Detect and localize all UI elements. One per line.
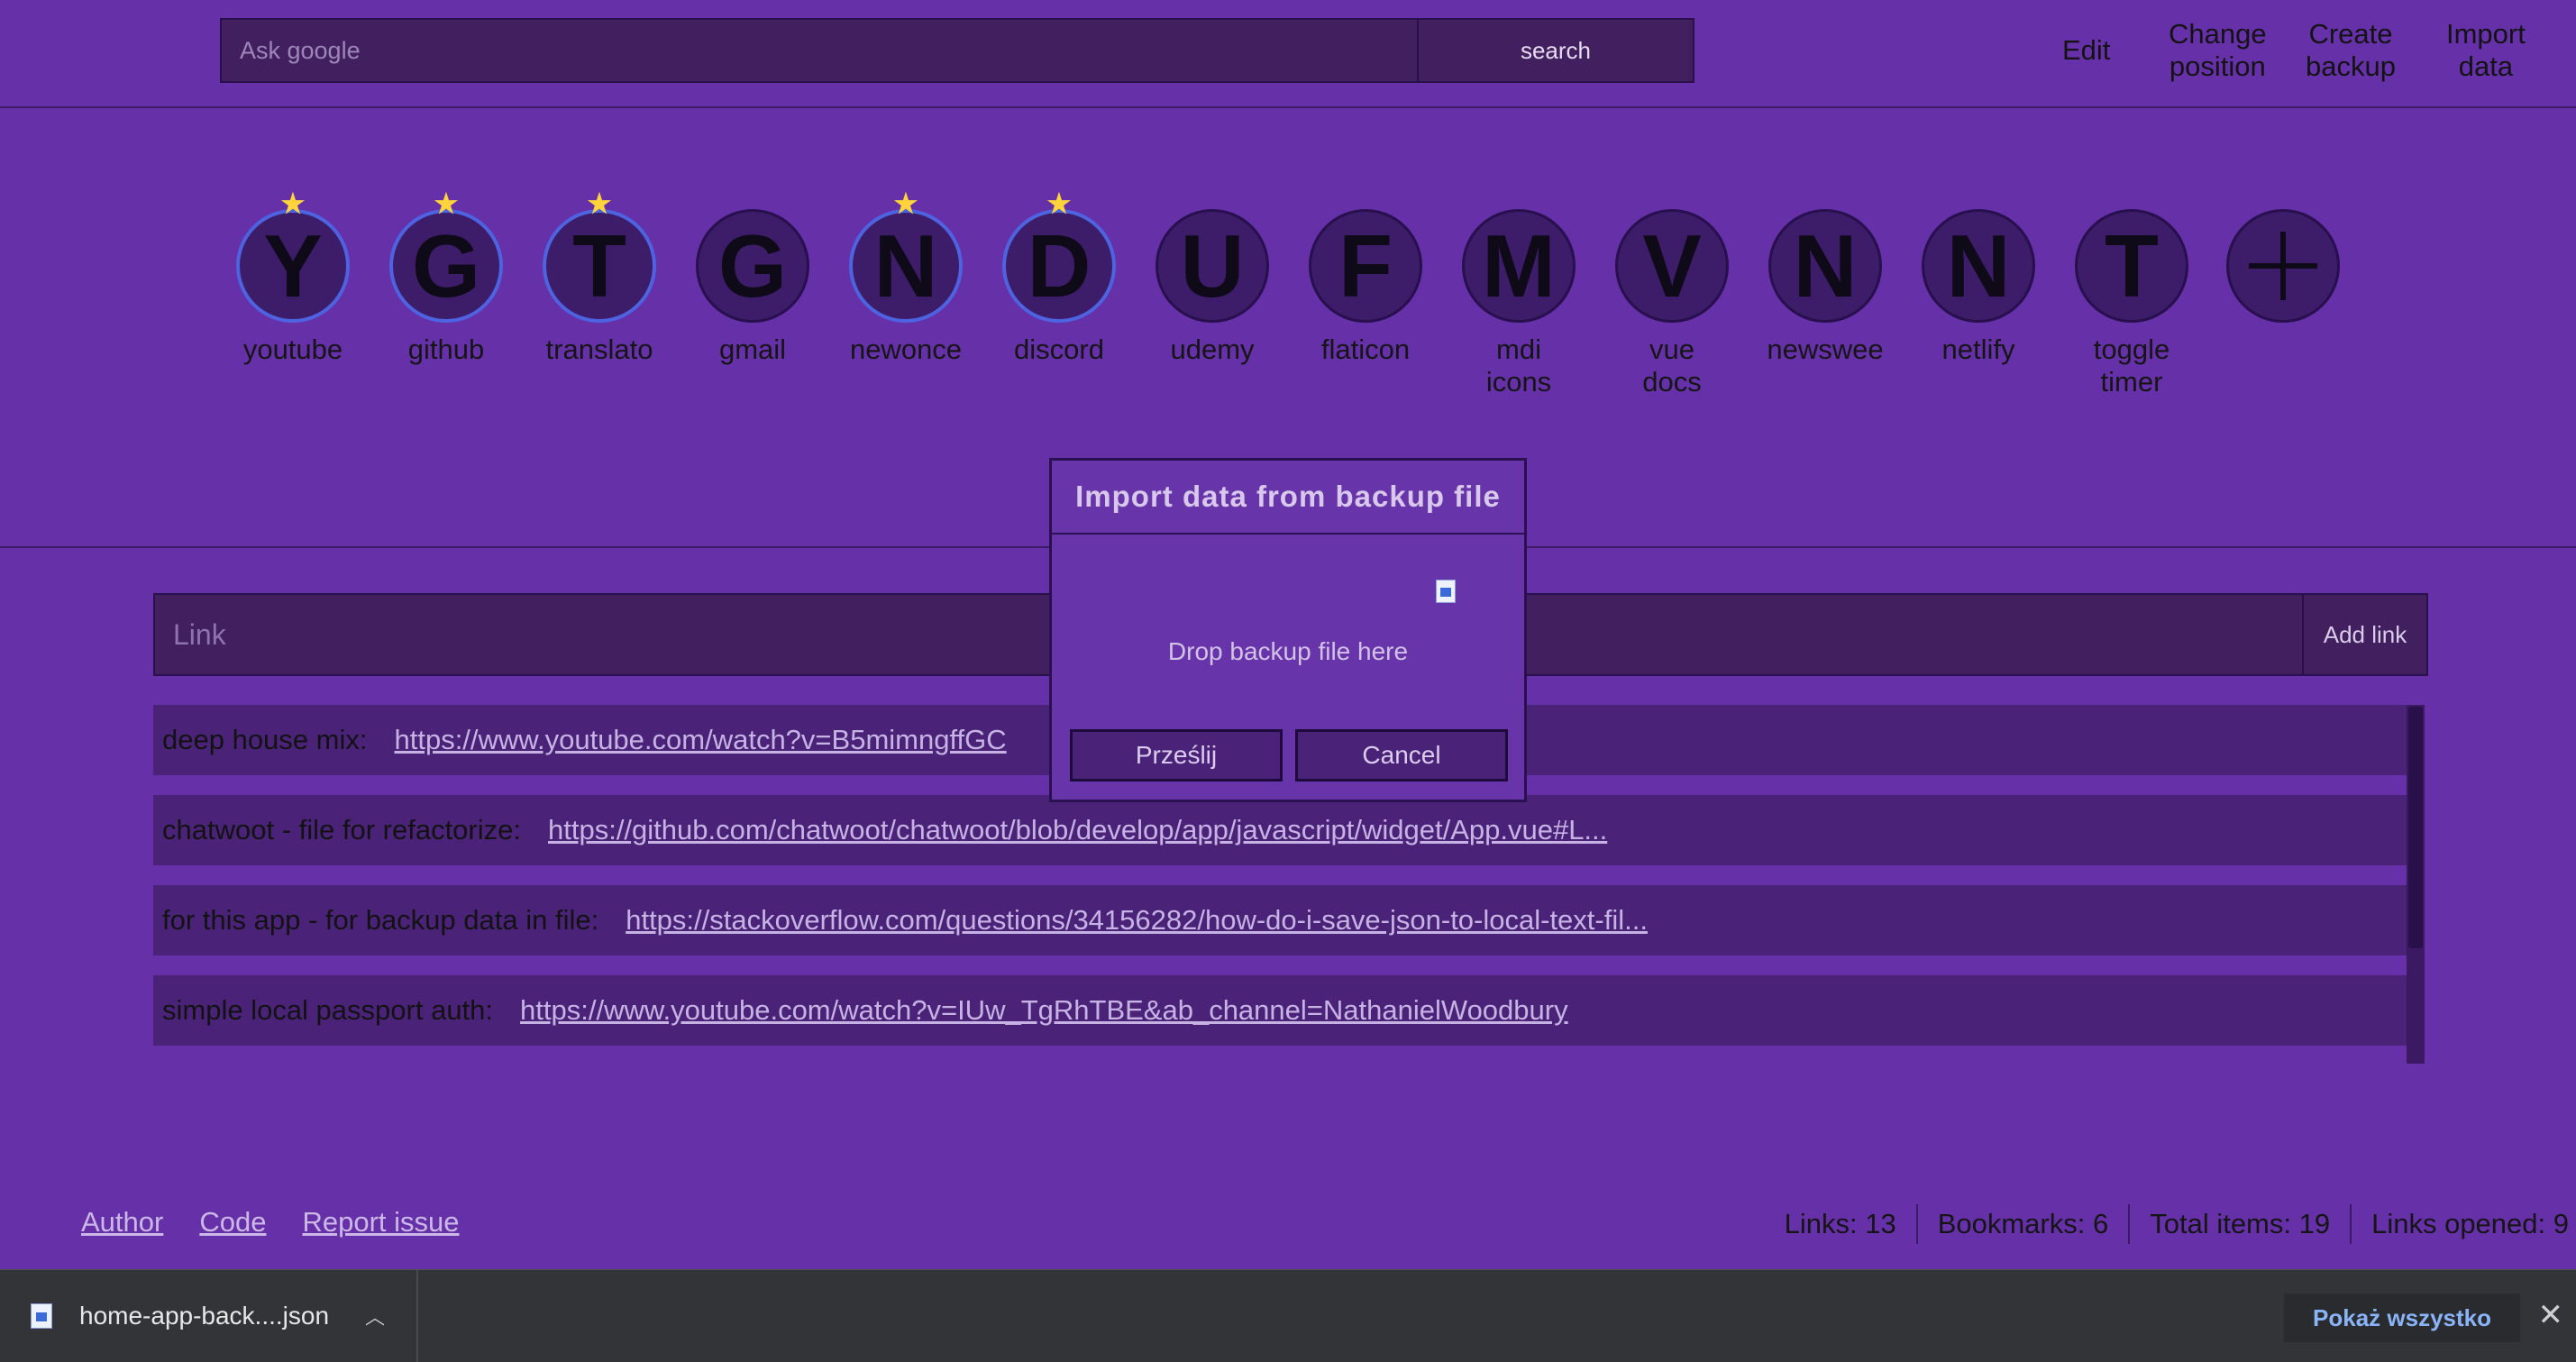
bookmark-flaticon[interactable]: F flaticon bbox=[1289, 209, 1442, 366]
create-backup-button[interactable]: Create backup bbox=[2306, 18, 2396, 83]
star-icon: ★ bbox=[587, 189, 612, 219]
footer-links: Author Code Report issue bbox=[81, 1206, 459, 1239]
bookmark-circle[interactable]: F bbox=[1309, 209, 1422, 323]
change-position-button[interactable]: Change position bbox=[2169, 18, 2267, 83]
bookmark-toggle-timer[interactable]: T toggle timer bbox=[2055, 209, 2208, 398]
bookmark-circle[interactable]: T bbox=[2075, 209, 2188, 323]
code-link[interactable]: Code bbox=[199, 1206, 266, 1239]
list-item: chatwoot - file for refactorize: https:/… bbox=[153, 795, 2407, 865]
star-icon: ★ bbox=[280, 189, 306, 219]
bookmark-label: youtube bbox=[242, 334, 343, 365]
bookmark-circle[interactable]: V bbox=[1615, 209, 1729, 323]
bookmark-youtube[interactable]: ★ Y youtube bbox=[216, 191, 370, 366]
drop-text: Drop backup file here bbox=[1167, 637, 1409, 665]
bookmark-label: gmail bbox=[718, 334, 787, 365]
link-description: chatwoot - file for refactorize: bbox=[162, 814, 521, 846]
bookmark-newsweek[interactable]: N newswee bbox=[1749, 209, 1902, 366]
import-data-button[interactable]: Import data bbox=[2446, 18, 2526, 83]
link-description: for this app - for backup data in file: bbox=[162, 904, 599, 936]
stats-bar: Links: 13 Bookmarks: 6 Total items: 19 L… bbox=[1765, 1204, 2576, 1244]
bookmark-label: toggle timer bbox=[2093, 334, 2170, 398]
bookmark-circle[interactable]: N bbox=[1922, 209, 2035, 323]
link-url[interactable]: https://www.youtube.com/watch?v=B5mimngf… bbox=[394, 724, 1006, 756]
bookmark-circle[interactable]: ★ G bbox=[389, 191, 503, 323]
bookmark-label: flaticon bbox=[1320, 334, 1411, 365]
bookmark-label: mdi icons bbox=[1485, 334, 1552, 398]
author-link[interactable]: Author bbox=[81, 1206, 163, 1239]
submit-button[interactable]: Prześlij bbox=[1070, 729, 1283, 782]
bookmark-label: translato bbox=[545, 334, 653, 365]
bookmark-vue-docs[interactable]: V vue docs bbox=[1595, 209, 1749, 398]
bookmark-circle[interactable]: G bbox=[696, 209, 809, 323]
bookmark-netlify[interactable]: N netlify bbox=[1902, 209, 2055, 366]
search-input[interactable] bbox=[222, 20, 1419, 81]
links-opened-count: Links opened: 9 bbox=[2350, 1204, 2576, 1244]
bookmark-circle[interactable]: ★ T bbox=[543, 191, 656, 323]
file-icon bbox=[31, 1303, 52, 1329]
cancel-button[interactable]: Cancel bbox=[1295, 729, 1508, 782]
add-link-button[interactable]: Add link bbox=[2304, 595, 2426, 674]
download-bar: home-app-back....json ︿ Pokaż wszystko ✕ bbox=[0, 1269, 2576, 1362]
bookmark-label: udemy bbox=[1170, 334, 1255, 365]
bookmark-circle[interactable]: ★ Y bbox=[236, 191, 350, 323]
list-item: for this app - for backup data in file: … bbox=[153, 885, 2407, 955]
report-issue-link[interactable]: Report issue bbox=[302, 1206, 459, 1239]
modal-title: Import data from backup file bbox=[1052, 461, 1524, 535]
import-modal: Import data from backup file Drop backup… bbox=[1049, 458, 1527, 802]
bookmark-circle[interactable]: U bbox=[1156, 209, 1269, 323]
link-url[interactable]: https://stackoverflow.com/questions/3415… bbox=[626, 904, 1648, 937]
bookmark-newonce[interactable]: ★ N newonce bbox=[829, 191, 982, 366]
bookmark-label: newonce bbox=[849, 334, 963, 365]
bookmark-github[interactable]: ★ G github bbox=[370, 191, 523, 366]
total-items-count: Total items: 19 bbox=[2128, 1204, 2350, 1244]
link-url[interactable]: https://www.youtube.com/watch?v=IUw_TgRh… bbox=[520, 994, 1568, 1027]
chevron-up-icon[interactable]: ︿ bbox=[365, 1302, 385, 1330]
list-item: simple local passport auth: https://www.… bbox=[153, 975, 2407, 1046]
drop-zone[interactable]: Drop backup file here bbox=[1052, 535, 1524, 729]
search-bar: search bbox=[220, 18, 1694, 83]
show-all-button[interactable]: Pokaż wszystko bbox=[2284, 1293, 2520, 1342]
add-bookmark-plus-icon[interactable] bbox=[2226, 209, 2340, 323]
close-icon[interactable]: ✕ bbox=[2538, 1297, 2564, 1333]
link-description: simple local passport auth: bbox=[162, 994, 494, 1026]
bookmark-circle[interactable]: M bbox=[1462, 209, 1576, 323]
download-file-name: home-app-back....json bbox=[79, 1302, 330, 1330]
star-icon: ★ bbox=[434, 189, 459, 219]
link-description: deep house mix: bbox=[162, 724, 368, 755]
bookmark-translator[interactable]: ★ T translato bbox=[523, 191, 676, 366]
star-icon: ★ bbox=[893, 189, 918, 219]
top-bar: search Edit Change position Create backu… bbox=[0, 0, 2576, 108]
bookmark-label: netlify bbox=[1941, 334, 2015, 365]
file-icon bbox=[1436, 580, 1456, 603]
bookmark-circle[interactable]: N bbox=[1768, 209, 1882, 323]
bookmark-gmail[interactable]: G gmail bbox=[676, 209, 829, 366]
search-button[interactable]: search bbox=[1419, 20, 1693, 81]
bookmark-label: github bbox=[407, 334, 485, 365]
links-count: Links: 13 bbox=[1784, 1208, 1896, 1239]
bookmark-udemy[interactable]: U udemy bbox=[1136, 209, 1289, 366]
bookmark-label: newswee bbox=[1767, 334, 1884, 365]
bookmark-label: vue docs bbox=[1642, 334, 1702, 398]
link-url[interactable]: https://github.com/chatwoot/chatwoot/blo… bbox=[548, 814, 1607, 846]
bookmark-discord[interactable]: ★ D discord bbox=[982, 191, 1136, 366]
download-item[interactable]: home-app-back....json ︿ bbox=[0, 1270, 418, 1362]
edit-button[interactable]: Edit bbox=[2062, 34, 2110, 67]
bookmark-mdi-icons[interactable]: M mdi icons bbox=[1442, 209, 1595, 398]
bookmark-label: discord bbox=[1014, 334, 1104, 365]
bookmark-circle[interactable]: ★ N bbox=[849, 191, 963, 323]
bookmark-circle[interactable]: ★ D bbox=[1002, 191, 1116, 323]
scrollbar-thumb[interactable] bbox=[2408, 707, 2423, 948]
bookmarks-count: Bookmarks: 6 bbox=[1915, 1204, 2129, 1244]
star-icon: ★ bbox=[1046, 189, 1072, 219]
